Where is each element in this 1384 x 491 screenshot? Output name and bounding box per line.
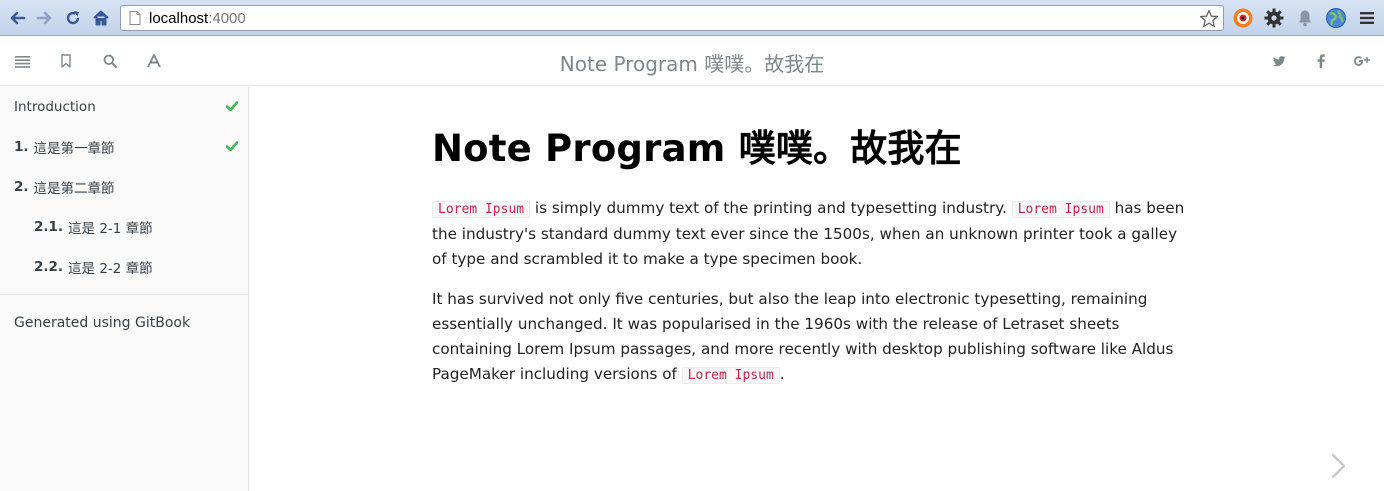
page-content: Note Program 噗噗。故我在 Lorem Ipsum is simpl… bbox=[432, 118, 1192, 403]
paragraph-2: It has survived not only five centuries,… bbox=[432, 287, 1192, 388]
inline-code: Lorem Ipsum bbox=[681, 367, 780, 384]
summary-sidebar: Introduction 1. 這是第一章節 2. 這是第二章節 2.1. 這是… bbox=[0, 87, 249, 491]
sidebar-item-chapter-2-2[interactable]: 2.2. 這是 2-2 章節 bbox=[0, 247, 248, 287]
url-port: :4000 bbox=[208, 9, 246, 27]
page-title: Note Program 噗噗。故我在 bbox=[432, 127, 962, 170]
gitbook-credit-link[interactable]: Generated using GitBook bbox=[0, 295, 248, 351]
sidebar-item-introduction[interactable]: Introduction bbox=[0, 87, 248, 127]
sidebar-item-label: Introduction bbox=[14, 99, 96, 115]
notification-bell-icon[interactable] bbox=[1292, 5, 1318, 31]
url-host: localhost bbox=[149, 9, 209, 27]
sidebar-item-chapter-1[interactable]: 1. 這是第一章節 bbox=[0, 127, 248, 167]
page-icon bbox=[129, 11, 141, 25]
share-twitter-button[interactable] bbox=[1268, 50, 1290, 72]
twitter-icon bbox=[1272, 55, 1285, 66]
sidebar-item-label: 這是第二章節 bbox=[33, 181, 115, 197]
facebook-icon bbox=[1317, 54, 1325, 68]
address-bar[interactable]: localhost:4000 bbox=[120, 5, 1224, 31]
browser-toolbar: localhost:4000 bbox=[0, 0, 1384, 36]
back-arrow-icon bbox=[10, 11, 26, 24]
sidebar-item-label: 這是 2-1 章節 bbox=[68, 221, 153, 237]
reload-button[interactable] bbox=[60, 5, 86, 31]
reload-icon bbox=[66, 10, 80, 24]
chrome-menu-icon[interactable] bbox=[1354, 5, 1380, 31]
sidebar-item-chapter-2-1[interactable]: 2.1. 這是 2-1 章節 bbox=[0, 207, 248, 247]
share-google-plus-button[interactable] bbox=[1351, 50, 1373, 72]
paragraph-text: . bbox=[779, 365, 785, 383]
extension-eye-icon[interactable] bbox=[1230, 5, 1256, 31]
paragraph-text: is simply dummy text of the printing and… bbox=[530, 199, 1012, 217]
share-facebook-button[interactable] bbox=[1310, 50, 1332, 72]
home-icon bbox=[93, 10, 109, 25]
google-plus-icon bbox=[1354, 56, 1370, 66]
bookmark-star-icon[interactable] bbox=[1199, 9, 1219, 29]
inline-code: Lorem Ipsum bbox=[1011, 201, 1110, 218]
paragraph-text: It has survived not only five centuries,… bbox=[432, 290, 1174, 383]
sidebar-item-chapter-2[interactable]: 2. 這是第二章節 bbox=[0, 167, 248, 207]
book-title: Note Program 噗噗。故我在 bbox=[559, 52, 825, 76]
next-page-chevron-icon[interactable] bbox=[1328, 452, 1350, 480]
home-button[interactable] bbox=[88, 5, 114, 31]
book-header: Note Program 噗噗。故我在 bbox=[0, 36, 1384, 86]
forward-arrow-icon bbox=[36, 11, 52, 24]
sidebar-item-label: 這是 2-2 章節 bbox=[68, 261, 153, 277]
globe-icon[interactable] bbox=[1323, 5, 1349, 31]
sidebar-item-number: 1. bbox=[14, 139, 29, 155]
forward-button[interactable] bbox=[32, 5, 58, 31]
check-icon bbox=[226, 101, 238, 111]
inline-code: Lorem Ipsum bbox=[432, 201, 531, 218]
paragraph-1: Lorem Ipsum is simply dummy text of the … bbox=[432, 196, 1192, 272]
sidebar-item-label: 這是第一章節 bbox=[33, 141, 115, 157]
sidebar-item-number: 2.1. bbox=[34, 219, 64, 235]
sidebar-item-number: 2.2. bbox=[34, 259, 64, 275]
sidebar-item-number: 2. bbox=[14, 179, 29, 195]
check-icon bbox=[226, 141, 238, 151]
back-button[interactable] bbox=[4, 5, 30, 31]
settings-gear-icon[interactable] bbox=[1261, 5, 1287, 31]
